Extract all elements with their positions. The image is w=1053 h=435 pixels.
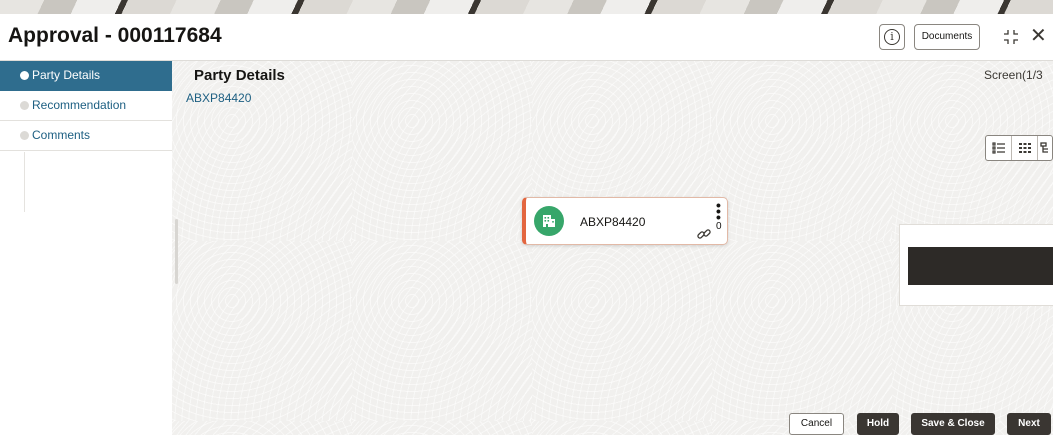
hold-button[interactable]: Hold [857, 413, 899, 435]
sidebar-item-label: Comments [32, 128, 91, 142]
step-dot-icon [20, 71, 29, 80]
party-graph-canvas: Party Details ABXP84420 Screen(1/3 ABXP8… [172, 61, 1053, 435]
party-node-card[interactable]: ABXP84420 • • • 0 [522, 197, 728, 245]
sidebar-step-connector [24, 152, 25, 212]
grid-view-icon[interactable] [1012, 136, 1038, 160]
sidebar-item-label: Party Details [32, 68, 101, 82]
link-icon[interactable] [696, 226, 712, 242]
save-close-button[interactable]: Save & Close [911, 413, 995, 435]
linked-count: 0 [716, 221, 722, 232]
step-dot-icon [20, 101, 29, 110]
step-dot-icon [20, 131, 29, 140]
detail-panel-bar [908, 247, 1053, 285]
view-toggle-group [985, 135, 1053, 161]
sidebar-nav: Party Details Recommendation Comments [0, 61, 172, 435]
top-decorative-banner [0, 0, 1053, 14]
close-icon[interactable]: ✕ [1030, 26, 1047, 46]
building-icon [534, 206, 564, 236]
sidebar-item-label: Recommendation [32, 98, 127, 112]
cancel-button[interactable]: Cancel [789, 413, 844, 435]
tree-view-icon[interactable] [1038, 136, 1052, 160]
next-button[interactable]: Next [1007, 413, 1051, 435]
sidebar-item-recommendation[interactable]: Recommendation [0, 91, 172, 121]
sidebar-item-comments[interactable]: Comments [0, 121, 172, 151]
screen-indicator: Screen(1/3 [984, 68, 1043, 82]
sidebar-item-party-details[interactable]: Party Details [0, 61, 172, 91]
page-title: Approval - 000117684 [8, 24, 222, 47]
party-id-link[interactable]: ABXP84420 [186, 91, 251, 105]
info-icon: i [884, 29, 900, 45]
party-node-label: ABXP84420 [580, 215, 646, 229]
list-view-icon[interactable] [986, 136, 1012, 160]
node-detail-panel [899, 224, 1053, 306]
info-button[interactable]: i [879, 24, 905, 50]
page-header: Approval - 000117684 i Documents ✕ [0, 14, 1053, 61]
kebab-menu-icon[interactable]: • • • [716, 198, 722, 224]
documents-button[interactable]: Documents [914, 24, 980, 50]
canvas-scroll-handle[interactable] [175, 219, 178, 284]
collapse-expand-icon[interactable] [1003, 29, 1019, 45]
section-title: Party Details [194, 67, 285, 84]
